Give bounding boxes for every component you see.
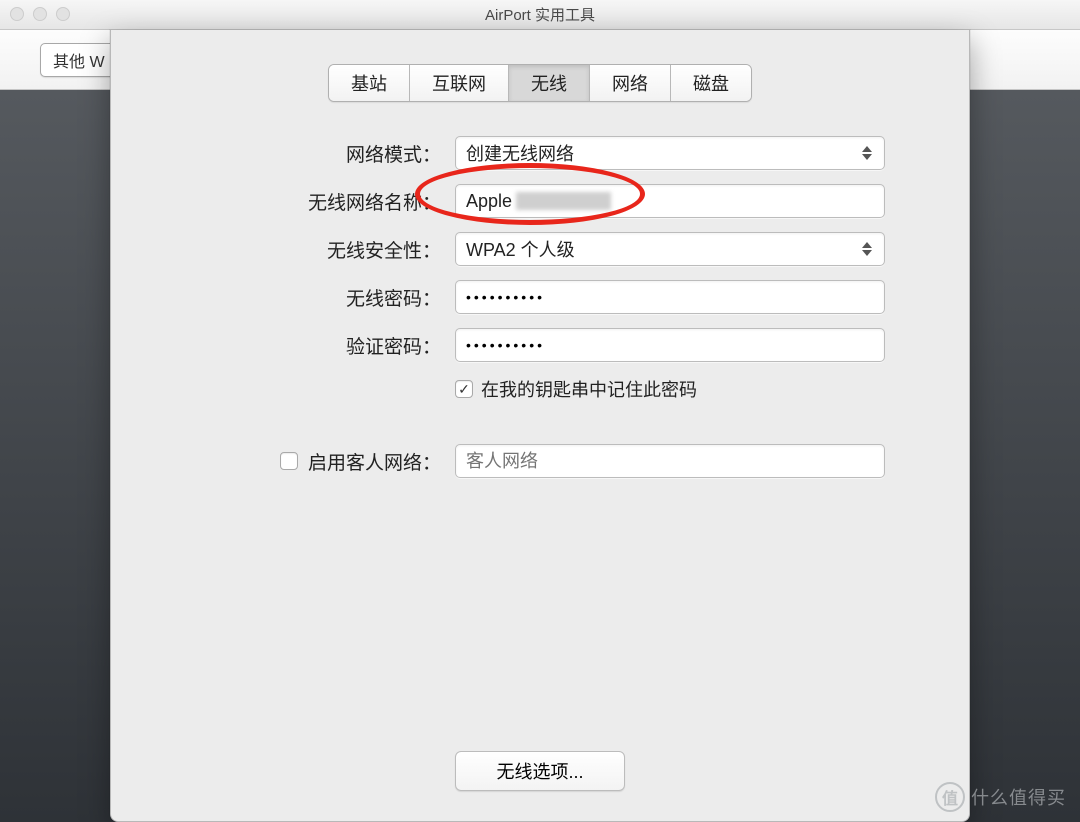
stepper-icon: [860, 146, 874, 160]
security-value: WPA2 个人级: [466, 236, 575, 262]
tab-internet[interactable]: 互联网: [410, 65, 509, 101]
tab-wireless[interactable]: 无线: [509, 65, 590, 101]
guest-network-input[interactable]: [455, 444, 885, 478]
label-verify-password: 验证密码：: [145, 332, 455, 359]
settings-sheet: 基站 互联网 无线 网络 磁盘 网络模式： 创建无线网络: [110, 30, 970, 822]
remember-password-checkbox[interactable]: ✓: [455, 380, 473, 398]
label-security: 无线安全性：: [145, 236, 455, 263]
label-network-name: 无线网络名称：: [145, 188, 455, 215]
tab-network[interactable]: 网络: [590, 65, 671, 101]
traffic-minimize-icon[interactable]: [33, 7, 47, 21]
network-mode-value: 创建无线网络: [466, 140, 574, 166]
enable-guest-checkbox[interactable]: [280, 452, 298, 470]
tab-segmented-control: 基站 互联网 无线 网络 磁盘: [139, 64, 941, 102]
network-mode-select[interactable]: 创建无线网络: [455, 136, 885, 170]
network-name-input[interactable]: Apple: [455, 184, 885, 218]
watermark-badge-icon: 值: [935, 782, 965, 812]
watermark: 值 什么值得买: [935, 782, 1066, 812]
verify-password-input[interactable]: [455, 328, 885, 362]
label-password: 无线密码：: [145, 284, 455, 311]
tab-disks[interactable]: 磁盘: [671, 65, 751, 101]
label-network-mode: 网络模式：: [145, 140, 455, 167]
security-select[interactable]: WPA2 个人级: [455, 232, 885, 266]
password-field[interactable]: [466, 285, 874, 309]
wireless-options-button[interactable]: 无线选项...: [455, 751, 625, 791]
stepper-icon: [860, 242, 874, 256]
redacted-block: [516, 192, 611, 210]
verify-password-field[interactable]: [466, 333, 874, 357]
traffic-zoom-icon[interactable]: [56, 7, 70, 21]
label-guest-network: 启用客人网络：: [308, 448, 441, 475]
watermark-text: 什么值得买: [971, 784, 1066, 810]
guest-network-field[interactable]: [466, 449, 874, 473]
network-name-value: Apple: [466, 191, 512, 212]
remember-password-label: 在我的钥匙串中记住此密码: [481, 376, 697, 402]
checkmark-icon: ✓: [458, 382, 470, 396]
traffic-close-icon[interactable]: [10, 7, 24, 21]
password-input[interactable]: [455, 280, 885, 314]
window-title: AirPort 实用工具: [485, 4, 595, 25]
tab-base-station[interactable]: 基站: [329, 65, 410, 101]
window-titlebar: AirPort 实用工具: [0, 0, 1080, 30]
